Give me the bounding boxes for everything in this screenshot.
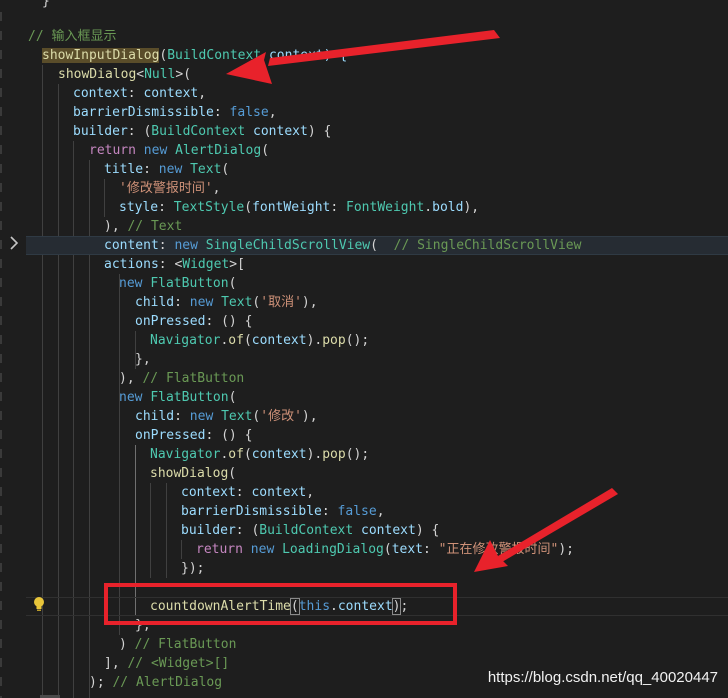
- code-editor[interactable]: }// 输入框显示showInputDialog(BuildContext co…: [0, 0, 728, 698]
- red-arrow-icon-top: [226, 30, 500, 84]
- red-arrow-icon-bottom: [474, 488, 618, 572]
- watermark-url: https://blog.csdn.net/qq_40020447: [487, 669, 718, 686]
- annotation-arrows: [226, 30, 618, 572]
